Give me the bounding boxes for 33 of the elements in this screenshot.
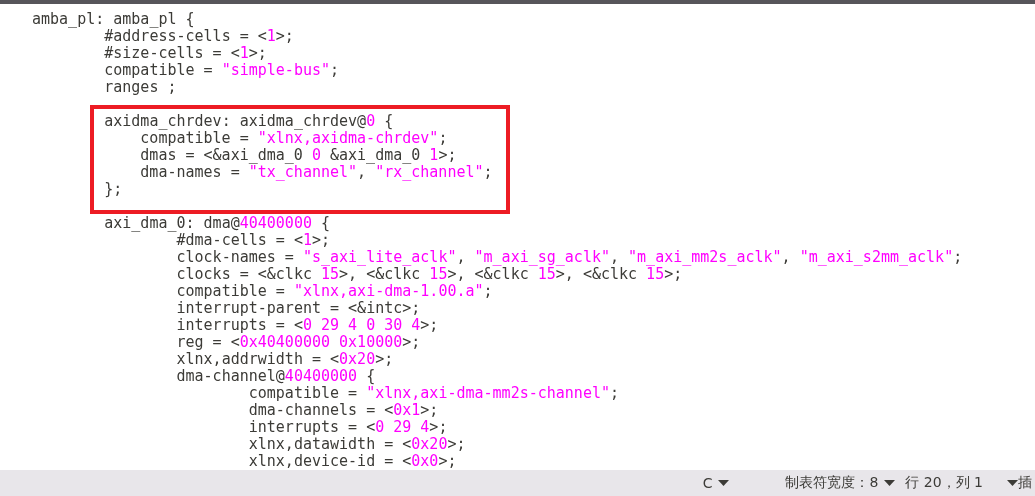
code-line: ranges ;	[103, 79, 178, 96]
code-line: xlnx,addrwidth = <0x20>;	[175, 350, 395, 368]
code-line: #dma-cells = <1>;	[176, 231, 331, 249]
code-line: dma-names = "tx_channel", "rx_channel";	[139, 164, 494, 181]
code-line: #size-cells = <1>;	[103, 45, 268, 62]
code-line: interrupt-parent = <&intc>;	[175, 299, 422, 317]
code-line: dma-channels = <0x1>;	[247, 401, 440, 419]
code-line: #address-cells = <1>;	[103, 28, 295, 45]
code-line: reg = <0x40400000 0x10000>;	[175, 333, 422, 351]
code-line: xlnx,datawidth = <0x20>;	[247, 435, 467, 453]
status-dropdown[interactable]: 制表符宽度：8	[785, 474, 896, 492]
code-line: compatible = "xlnx,axi-dma-1.00.a";	[175, 282, 494, 300]
status-text: 行 20，列 1	[905, 474, 983, 492]
code-line: };	[104, 181, 124, 198]
code-line: axidma_chrdev: axidma_chrdev@0 {	[104, 113, 395, 130]
caret-icon	[1007, 480, 1018, 486]
code-line: amba_pl: amba_pl {	[32, 11, 196, 28]
status-dropdown[interactable]: C	[702, 475, 730, 491]
code-line: clock-names = "s_axi_lite_aclk", "m_axi_sg_aclk", "m_axi_mm2s_aclk", "m_axi_s2mm_aclk";	[175, 248, 964, 266]
code-line: xlnx,device-id = <0x0>;	[247, 452, 458, 470]
code-line: interrupts = <0 29 4 0 30 4>;	[175, 316, 440, 334]
code-line: clocks = <&clkc 15>, <&clkc 15>, <&clkc 15>, <&clkc 15>;	[175, 265, 683, 283]
caret-icon	[718, 480, 730, 486]
code-line: axi_dma_0: dma@40400000 {	[103, 214, 331, 232]
status-text: 插	[1018, 474, 1032, 492]
code-line: compatible = "xlnx,axidma-chrdev";	[140, 130, 449, 147]
code-line: interrupts = <0 29 4>;	[247, 418, 449, 436]
caret-button[interactable]	[1007, 480, 1018, 486]
code-line: dma-channel@40400000 {	[175, 367, 377, 385]
caret-icon	[884, 480, 896, 486]
code-line: dmas = <&axi_dma_0 0 &axi_dma_0 1>;	[139, 147, 458, 164]
code-line: compatible = "xlnx,axi-dma-mm2s-channel";	[248, 384, 620, 402]
code-line: compatible = "simple-bus";	[103, 62, 341, 79]
